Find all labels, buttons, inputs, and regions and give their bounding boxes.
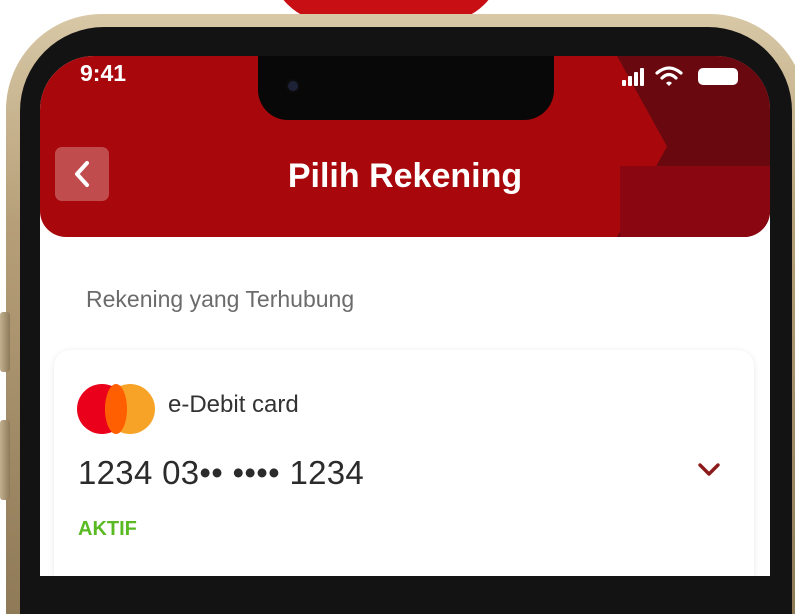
card-number: 1234 03•• •••• 1234 [78,454,365,491]
status-badge: AKTIF [78,518,137,540]
card-type-label: e-Debit card [168,391,299,418]
app-header: 9:41 Pilih Rekening [40,56,770,237]
phone-side-button [0,312,10,372]
app-screen: 9:41 Pilih Rekening Rekening yang Terhub… [40,56,770,576]
chevron-down-icon[interactable] [696,459,722,479]
account-card[interactable]: e-Debit card 1234 03•• •••• 1234 AKTIF [54,350,754,576]
section-label: Rekening yang Terhubung [86,286,355,312]
status-icons [622,64,752,90]
status-time: 9:41 [80,60,127,86]
wifi-icon [655,66,683,86]
mastercard-logo [77,384,157,434]
front-camera [288,81,298,91]
battery-icon [698,68,738,85]
page-title: Pilih Rekening [287,157,523,195]
phone-side-button [0,420,10,500]
phone-notch [258,56,554,120]
